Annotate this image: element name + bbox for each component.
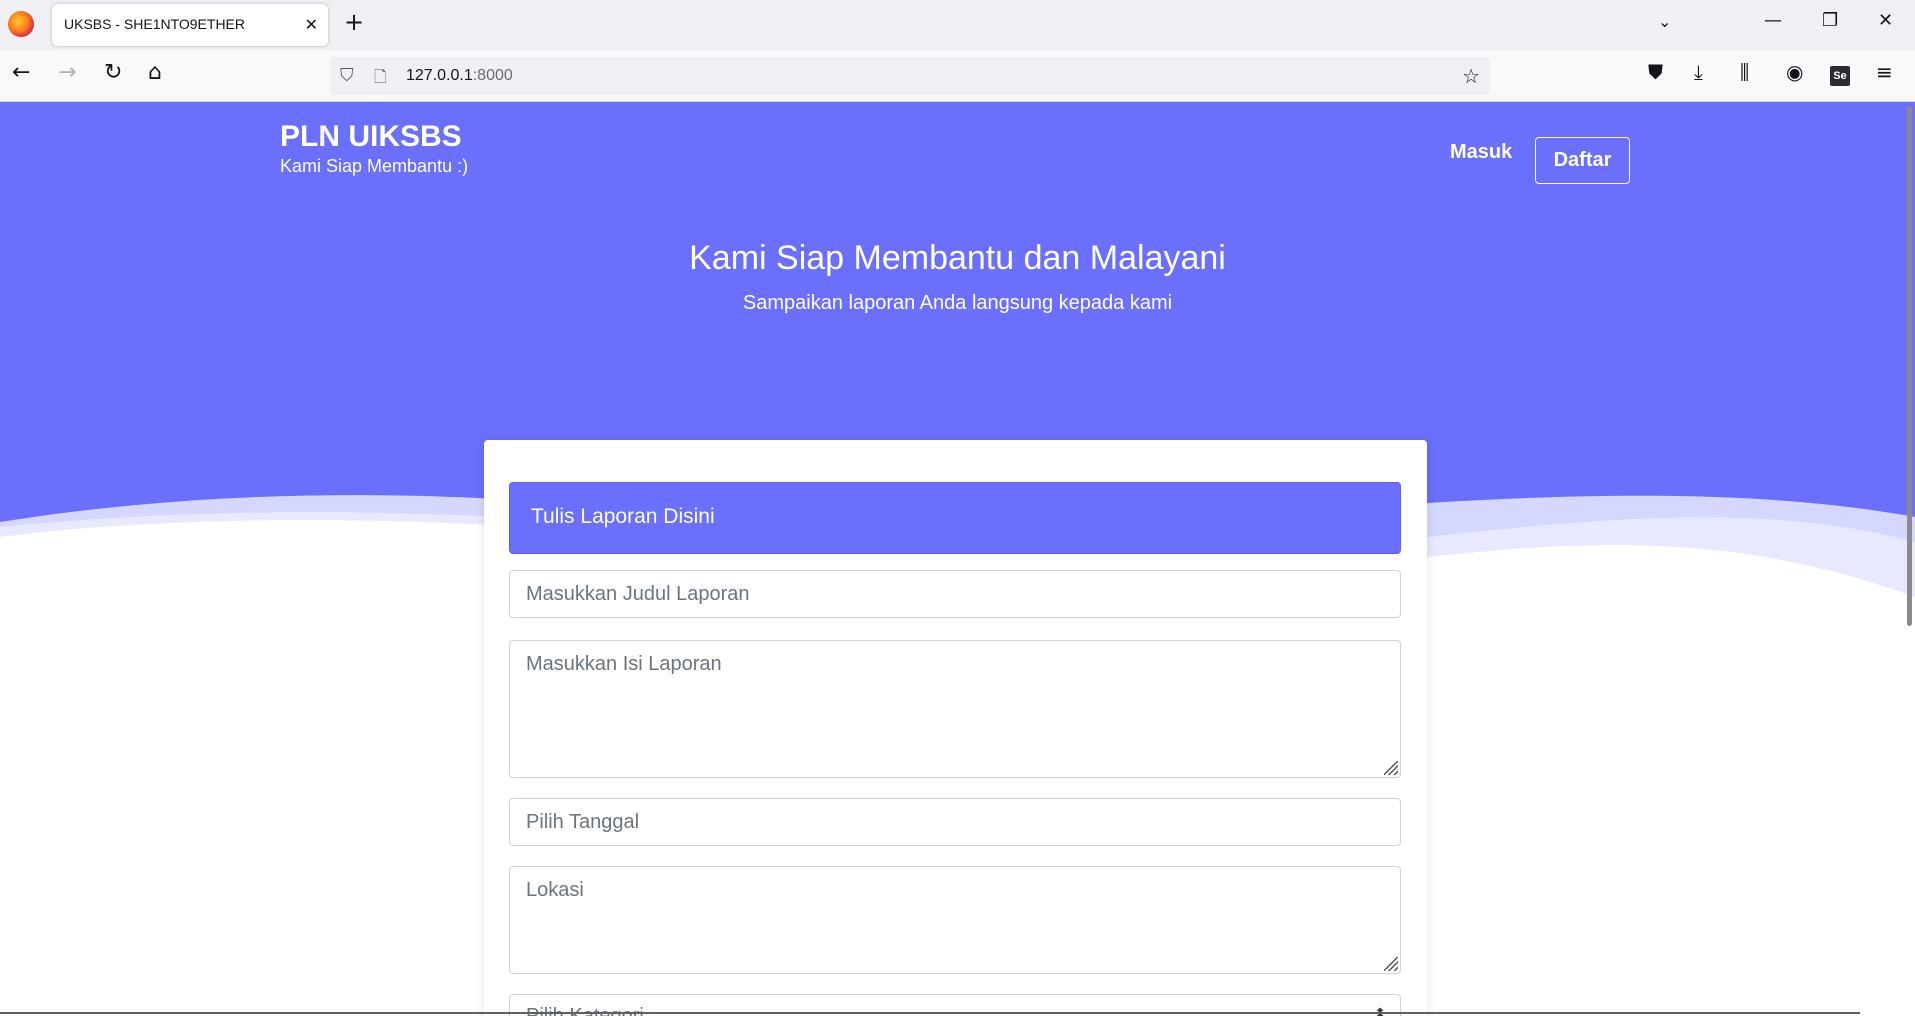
hero-title: Kami Siap Membantu dan Malayani (689, 239, 1226, 277)
chevron-down-icon[interactable]: ⌄ (1658, 12, 1671, 31)
url-bar[interactable]: ⛉ 🗋 127.0.0.1:8000 ☆ (330, 57, 1490, 95)
resize-handle-icon[interactable] (1384, 761, 1398, 775)
form-header-text: Tulis Laporan Disini (531, 505, 715, 528)
report-title-placeholder: Masukkan Judul Laporan (526, 583, 750, 605)
pocket-icon[interactable]: ⛊ (1648, 62, 1663, 82)
brand[interactable]: PLN UIKSBS Kami Siap Membantu :) (280, 119, 468, 177)
selenium-extension-icon[interactable]: Se (1830, 66, 1850, 86)
report-body-placeholder: Masukkan Isi Laporan (526, 653, 722, 675)
browser-tab-bar: UKSBS - SHE1NTO9ETHER ✕ + ⌄ — ❐ ✕ (0, 0, 1915, 50)
category-selected: Pilih Kategori (526, 1005, 644, 1016)
browser-tab[interactable]: UKSBS - SHE1NTO9ETHER ✕ (52, 4, 328, 46)
back-arrow-icon[interactable]: ← (12, 62, 30, 84)
forward-arrow-icon[interactable]: → (58, 62, 76, 84)
page-scrollbar[interactable] (1907, 106, 1912, 626)
account-icon[interactable]: ◉ (1786, 62, 1803, 82)
login-link[interactable]: Masuk (1450, 137, 1512, 167)
minimize-icon[interactable]: — (1764, 10, 1782, 31)
report-body-textarea[interactable]: Masukkan Isi Laporan (509, 640, 1401, 778)
reload-icon[interactable]: ↻ (104, 62, 122, 84)
shield-icon[interactable]: ⛉ (340, 65, 354, 86)
brand-title: PLN UIKSBS (280, 120, 462, 153)
hero-subtitle: Sampaikan laporan Anda langsung kepada k… (742, 292, 1173, 314)
form-header: Tulis Laporan Disini (509, 482, 1401, 554)
firefox-icon[interactable] (8, 11, 34, 37)
menu-icon[interactable]: ≡ (1876, 62, 1893, 82)
window-close-icon[interactable]: ✕ (1878, 10, 1893, 31)
location-textarea[interactable]: Lokasi (509, 866, 1401, 974)
new-tab-icon[interactable]: + (344, 8, 364, 36)
tab-title: UKSBS - SHE1NTO9ETHER (64, 16, 246, 32)
resize-handle-icon[interactable] (1384, 957, 1398, 971)
bookmark-star-icon[interactable]: ☆ (1462, 64, 1480, 88)
register-button[interactable]: Daftar (1535, 137, 1630, 184)
url-port: :8000 (472, 67, 513, 84)
report-title-input[interactable]: Masukkan Judul Laporan (509, 570, 1401, 618)
library-icon[interactable]: ⫼ (1740, 62, 1749, 82)
download-icon[interactable]: ⤓ (1694, 62, 1703, 82)
select-arrows-icon: ⬍ (1374, 1005, 1386, 1016)
location-placeholder: Lokasi (526, 879, 584, 901)
browser-nav-bar: ← → ↻ ⌂ ⛉ 🗋 127.0.0.1:8000 ☆ ⛊ ⤓ ⫼ ◉ ≡ (0, 50, 1915, 102)
restore-icon[interactable]: ❐ (1822, 10, 1838, 31)
report-form-card: Tulis Laporan Disini Masukkan Judul Lapo… (484, 440, 1427, 1016)
date-input[interactable]: Pilih Tanggal (509, 798, 1401, 846)
home-icon[interactable]: ⌂ (148, 62, 162, 84)
brand-subtitle: Kami Siap Membantu :) (280, 156, 469, 176)
page-icon[interactable]: 🗋 (374, 66, 387, 93)
close-icon[interactable]: ✕ (305, 15, 318, 34)
page-viewport: PLN UIKSBS Kami Siap Membantu :) Masuk D… (0, 102, 1915, 1016)
divider-line (0, 1012, 1860, 1014)
date-placeholder: Pilih Tanggal (526, 811, 640, 833)
url-text[interactable]: 127.0.0.1:8000 (406, 67, 513, 85)
url-host: 127.0.0.1 (406, 67, 473, 84)
